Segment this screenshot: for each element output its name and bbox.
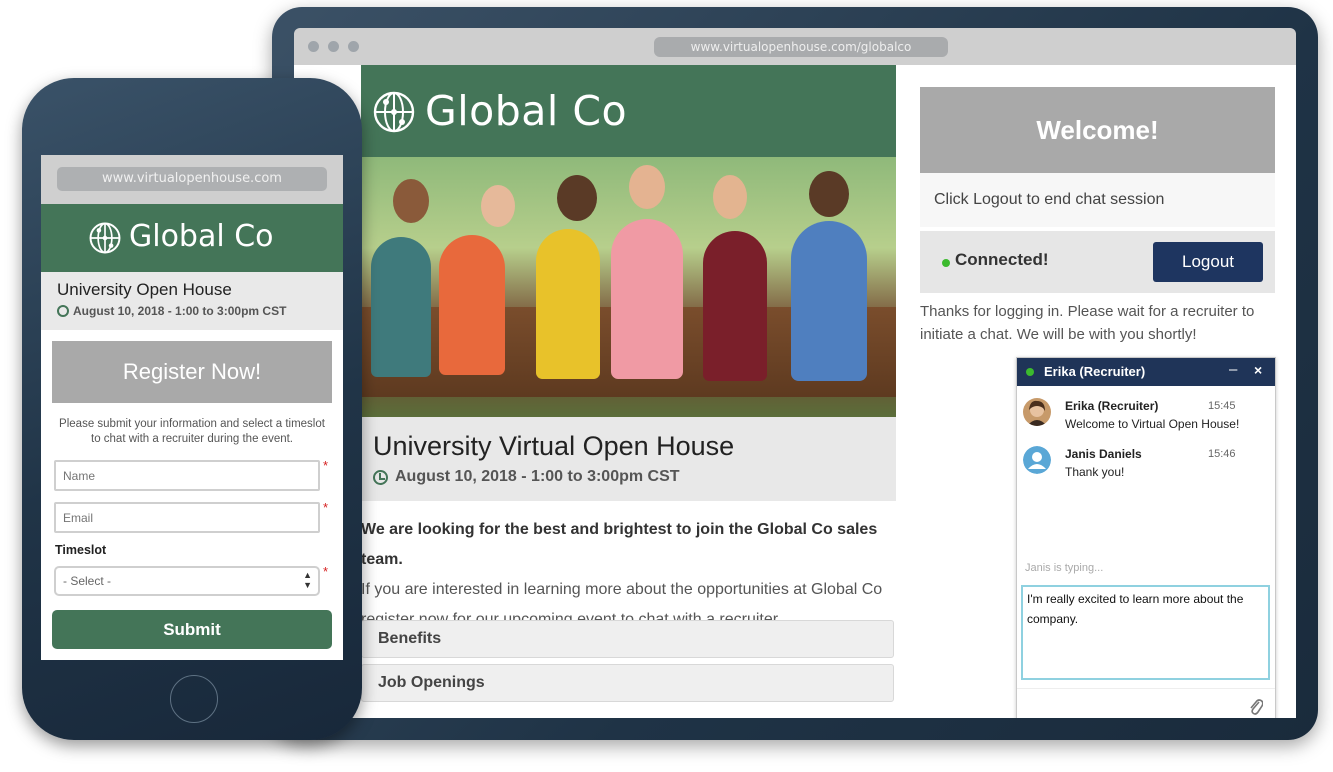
- mobile-event-title: University Open House: [57, 280, 232, 299]
- window-dot-icon[interactable]: [328, 41, 339, 52]
- online-dot-icon: [942, 259, 950, 267]
- mobile-brand-name: Global Co: [129, 219, 274, 254]
- person-head: [629, 165, 665, 209]
- window-dot-icon[interactable]: [308, 41, 319, 52]
- message-text: Thank you!: [1065, 465, 1125, 479]
- chat-footer: [1017, 688, 1275, 718]
- email-input[interactable]: [54, 502, 320, 533]
- message-text: Welcome to Virtual Open House!: [1065, 417, 1240, 431]
- submit-button[interactable]: Submit: [52, 610, 332, 649]
- user-avatar-icon: [1023, 446, 1051, 474]
- person: [439, 235, 505, 375]
- intro-text: We are looking for the best and brightes…: [361, 515, 896, 635]
- close-icon[interactable]: ×: [1254, 362, 1262, 378]
- person-head: [557, 175, 597, 221]
- required-marker: *: [323, 458, 329, 473]
- chat-window: Erika (Recruiter) – × Erika (Recruiter) …: [1016, 357, 1276, 718]
- event-title: University Virtual Open House: [373, 431, 735, 461]
- person-head: [713, 175, 747, 219]
- intro-bold: We are looking for the best and brightes…: [361, 521, 878, 568]
- person-head: [481, 185, 515, 227]
- person: [791, 221, 867, 381]
- window-dot-icon[interactable]: [348, 41, 359, 52]
- mobile-screen: www.virtualopenhouse.com Global Co Unive…: [41, 155, 343, 660]
- mobile-event-date: August 10, 2018 - 1:00 to 3:00pm CST: [73, 304, 287, 318]
- person-head: [809, 171, 849, 217]
- hero-image: [361, 157, 896, 417]
- person: [611, 219, 683, 379]
- desktop-screen: Global Co University Virtual Open House: [294, 65, 1296, 718]
- chat-message: Erika (Recruiter) 15:45 Welcome to Virtu…: [1023, 398, 1268, 438]
- event-banner: University Virtual Open House August 10,…: [361, 417, 896, 501]
- chat-message: Janis Daniels 15:46 Thank you!: [1023, 446, 1268, 486]
- message-time: 15:45: [1208, 400, 1236, 412]
- brand-header: Global Co: [361, 65, 896, 157]
- logout-button[interactable]: Logout: [1153, 242, 1263, 282]
- mobile-event-banner: University Open House August 10, 2018 - …: [41, 272, 343, 330]
- message-sender: Janis Daniels: [1065, 447, 1142, 461]
- home-button[interactable]: [170, 675, 218, 723]
- message-sender: Erika (Recruiter): [1065, 399, 1159, 413]
- online-dot-icon: [1026, 368, 1034, 376]
- mobile-address-bar[interactable]: www.virtualopenhouse.com: [57, 167, 327, 191]
- message-time: 15:46: [1208, 448, 1236, 460]
- event-date: August 10, 2018 - 1:00 to 3:00pm CST: [395, 468, 680, 485]
- updown-arrow-icon: ▲ ▼: [303, 570, 312, 590]
- paperclip-icon[interactable]: [1249, 698, 1263, 716]
- welcome-banner: Welcome!: [920, 87, 1275, 173]
- chat-message-input[interactable]: [1021, 585, 1270, 680]
- clock-icon: [57, 305, 69, 317]
- register-banner: Register Now!: [52, 341, 332, 403]
- name-input[interactable]: [54, 460, 320, 491]
- address-bar[interactable]: www.virtualopenhouse.com/globalco: [654, 37, 948, 57]
- person: [536, 229, 600, 379]
- globe-logo-icon: [89, 222, 121, 254]
- stage: www.virtualopenhouse.com/globalco Global…: [0, 0, 1333, 772]
- clock-icon: [373, 470, 388, 485]
- required-marker: *: [323, 500, 329, 515]
- register-description: Please submit your information and selec…: [59, 418, 325, 445]
- timeslot-label: Timeslot: [55, 543, 107, 557]
- recruiter-avatar: [1023, 398, 1051, 426]
- typing-indicator: Janis is typing...: [1025, 562, 1104, 574]
- person: [703, 231, 767, 381]
- person: [371, 237, 431, 377]
- mobile-toolbar: www.virtualopenhouse.com: [41, 155, 343, 204]
- person-head: [393, 179, 429, 223]
- connection-status-bar: Connected! Logout: [920, 231, 1275, 293]
- accordion-benefits[interactable]: Benefits: [361, 620, 894, 658]
- minimize-icon[interactable]: –: [1229, 361, 1237, 378]
- waiting-message: Thanks for logging in. Please wait for a…: [920, 303, 1255, 343]
- brand-name: Global Co: [425, 87, 628, 135]
- browser-toolbar: www.virtualopenhouse.com/globalco: [294, 28, 1296, 65]
- connection-status: Connected!: [955, 250, 1049, 269]
- mobile-brand-header: Global Co: [41, 204, 343, 272]
- chat-header: Erika (Recruiter) – ×: [1017, 358, 1275, 386]
- chat-title: Erika (Recruiter): [1044, 364, 1146, 379]
- accordion-job-openings[interactable]: Job Openings: [361, 664, 894, 702]
- globe-logo-icon: [373, 91, 415, 133]
- logout-hint: Click Logout to end chat session: [920, 173, 1275, 227]
- main-column: Global Co University Virtual Open House: [361, 65, 896, 718]
- required-marker: *: [323, 564, 329, 579]
- timeslot-value: - Select -: [63, 574, 112, 588]
- timeslot-select[interactable]: - Select - ▲ ▼: [54, 566, 320, 596]
